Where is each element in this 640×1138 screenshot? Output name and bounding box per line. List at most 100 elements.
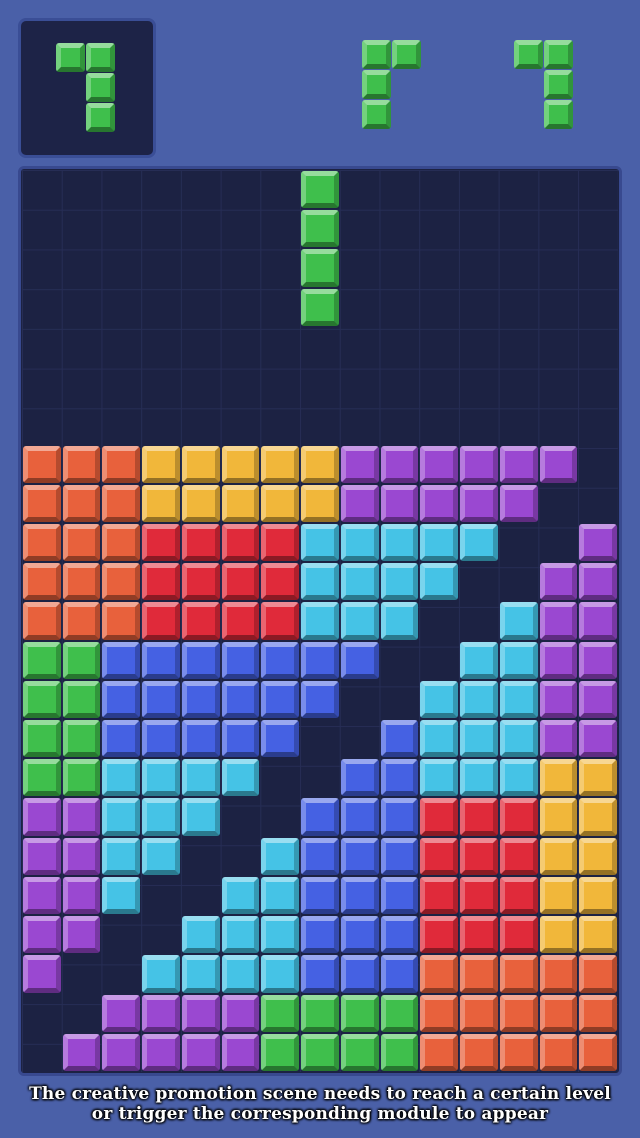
board-block bbox=[460, 916, 498, 954]
board-block bbox=[380, 876, 419, 915]
board-block bbox=[460, 1033, 498, 1071]
board-block bbox=[579, 641, 617, 679]
board-block bbox=[380, 602, 419, 640]
board-block bbox=[62, 445, 101, 483]
board-block bbox=[539, 720, 578, 758]
board-block bbox=[499, 641, 538, 679]
board-block bbox=[340, 563, 379, 601]
board-block bbox=[539, 876, 578, 915]
board-block bbox=[301, 602, 339, 640]
board-block bbox=[340, 759, 379, 797]
board-block bbox=[62, 720, 101, 758]
board-block bbox=[23, 916, 61, 954]
board-block bbox=[340, 602, 379, 640]
board-block bbox=[102, 484, 141, 522]
board-block bbox=[261, 876, 300, 915]
promo-caption: The creative promotion scene needs to re… bbox=[0, 1084, 640, 1124]
board-block bbox=[420, 916, 459, 954]
board-block bbox=[23, 680, 61, 719]
board-block bbox=[579, 876, 617, 915]
board-block bbox=[460, 994, 498, 1032]
board-block bbox=[301, 641, 339, 679]
board-block bbox=[142, 798, 180, 836]
board-block bbox=[539, 798, 578, 836]
next-piece-1-block bbox=[362, 100, 391, 129]
board-block bbox=[380, 759, 419, 797]
board-block bbox=[380, 916, 419, 954]
board-block bbox=[142, 445, 180, 483]
board-block bbox=[340, 484, 379, 522]
next-piece-1-block bbox=[362, 70, 391, 99]
board-block bbox=[340, 641, 379, 679]
board-block bbox=[340, 445, 379, 483]
falling-i-piece-block bbox=[301, 171, 339, 209]
board-block bbox=[181, 484, 220, 522]
caption-line-1: The creative promotion scene needs to re… bbox=[29, 1084, 611, 1104]
board-block bbox=[380, 1033, 419, 1071]
board-block bbox=[460, 523, 498, 562]
board-block bbox=[221, 876, 260, 915]
board-block bbox=[420, 680, 459, 719]
board-block bbox=[340, 523, 379, 562]
hold-piece-green-block bbox=[86, 103, 115, 132]
board-block bbox=[181, 916, 220, 954]
board-block bbox=[380, 955, 419, 993]
board-block bbox=[102, 563, 141, 601]
board-block bbox=[261, 1033, 300, 1071]
board-block bbox=[539, 1033, 578, 1071]
board-block bbox=[539, 759, 578, 797]
board-block bbox=[380, 523, 419, 562]
board-block bbox=[499, 680, 538, 719]
board-block bbox=[23, 720, 61, 758]
board-block bbox=[420, 798, 459, 836]
board-block bbox=[499, 876, 538, 915]
board-block bbox=[102, 720, 141, 758]
next-piece-1-block bbox=[392, 40, 421, 69]
board-block bbox=[579, 916, 617, 954]
board-block bbox=[62, 1033, 101, 1071]
board-block bbox=[221, 680, 260, 719]
board-block bbox=[340, 916, 379, 954]
falling-i-piece-block bbox=[301, 210, 339, 248]
board-block bbox=[102, 876, 141, 915]
board-block bbox=[181, 798, 220, 836]
board-block bbox=[62, 798, 101, 836]
board-block bbox=[539, 641, 578, 679]
board-block bbox=[420, 994, 459, 1032]
board-block bbox=[62, 876, 101, 915]
board-block bbox=[301, 523, 339, 562]
hold-piece-green-block bbox=[86, 43, 115, 72]
board-block bbox=[102, 602, 141, 640]
board-block bbox=[340, 798, 379, 836]
board-block bbox=[102, 759, 141, 797]
board-block bbox=[181, 720, 220, 758]
board-block bbox=[539, 445, 578, 483]
board-block bbox=[23, 876, 61, 915]
board-block bbox=[380, 563, 419, 601]
board-block bbox=[142, 680, 180, 719]
board-block bbox=[261, 720, 300, 758]
board-block bbox=[380, 798, 419, 836]
board-block bbox=[102, 798, 141, 836]
board-block bbox=[142, 523, 180, 562]
hold-piece-green-block bbox=[56, 43, 85, 72]
board-block bbox=[301, 837, 339, 875]
board-block bbox=[23, 602, 61, 640]
board-block bbox=[23, 759, 61, 797]
board-block bbox=[340, 994, 379, 1032]
board-block bbox=[420, 759, 459, 797]
board-block bbox=[102, 837, 141, 875]
board-block bbox=[460, 445, 498, 483]
board-block bbox=[539, 955, 578, 993]
board-block bbox=[261, 916, 300, 954]
next-piece-2-block bbox=[544, 70, 573, 99]
board-block bbox=[62, 484, 101, 522]
board-block bbox=[261, 445, 300, 483]
board-block bbox=[499, 837, 538, 875]
board-block bbox=[579, 563, 617, 601]
board-block bbox=[301, 484, 339, 522]
board-block bbox=[460, 837, 498, 875]
next-piece-2-block bbox=[544, 40, 573, 69]
board-block bbox=[62, 680, 101, 719]
board-block bbox=[340, 876, 379, 915]
